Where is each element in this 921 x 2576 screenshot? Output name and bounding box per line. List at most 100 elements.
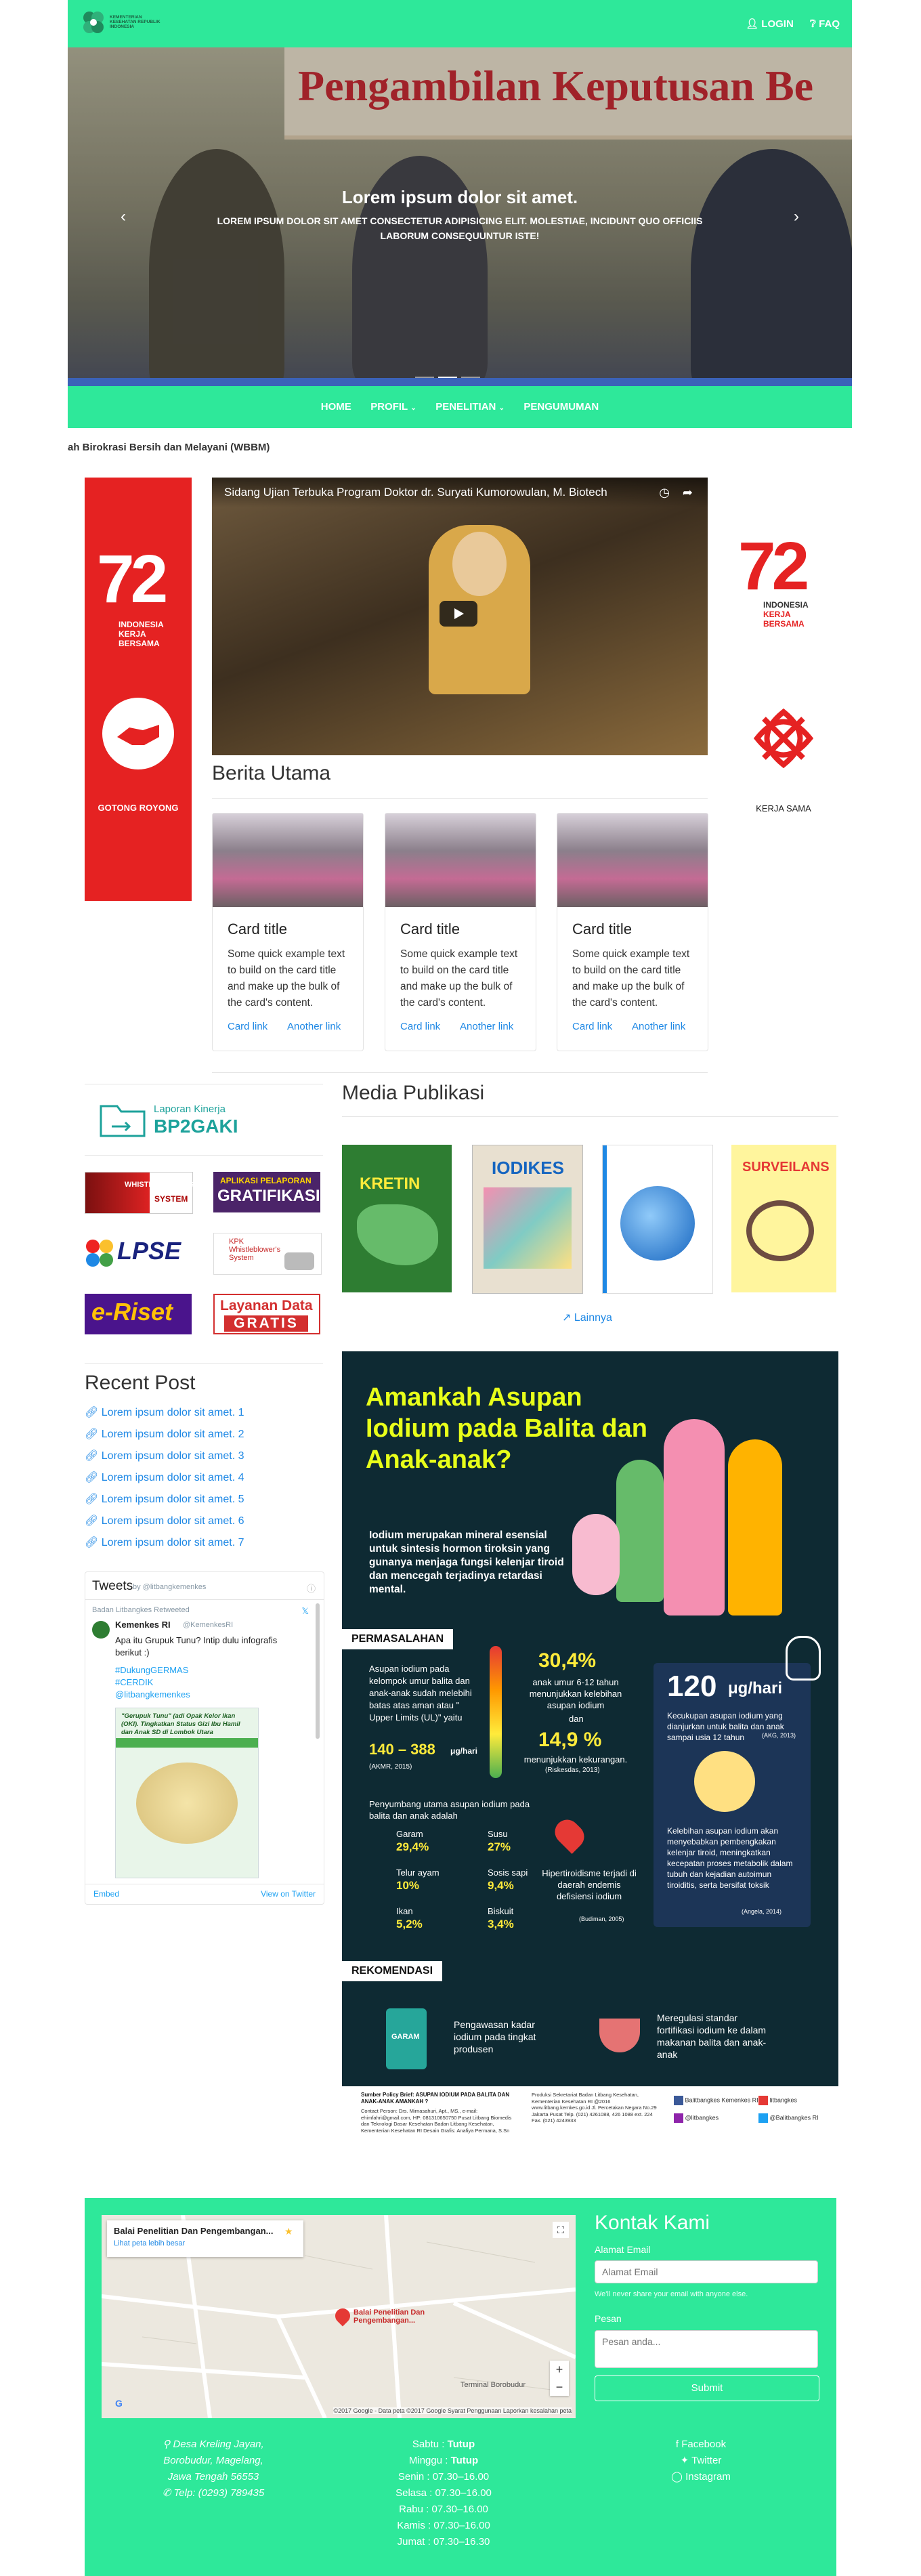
map-larger-link[interactable]: Lihat peta lebih besar <box>114 2239 185 2247</box>
e-riset-link[interactable]: e-Riset <box>85 1294 192 1334</box>
twitter-timeline[interactable]: Tweets by @litbangkemenkes ⓘ Badan Litba… <box>85 1571 324 1905</box>
kemenkes-logo-icon <box>83 12 104 33</box>
instagram-link[interactable]: ◯ Instagram <box>647 2469 755 2485</box>
question-icon: ❔︎ <box>809 18 816 30</box>
news-card[interactable]: Card title Some quick example text to bu… <box>385 813 536 1051</box>
share-icon[interactable]: ➦ <box>683 486 693 500</box>
whistleblowing-link[interactable]: WHISTLEBLOWING SYSTEM <box>85 1172 194 1214</box>
nav-home[interactable]: HOME <box>321 386 351 428</box>
fullscreen-icon[interactable]: ⛶ <box>553 2222 569 2238</box>
card-image[interactable] <box>385 814 536 907</box>
view-on-twitter-link[interactable]: View on Twitter <box>261 1889 316 1899</box>
tweet-user[interactable]: Kemenkes RI <box>115 1620 171 1630</box>
lainnya-link[interactable]: ↗ Lainnya <box>562 1311 612 1324</box>
gotong-royong-banner[interactable]: 72 INDONESIA KERJA BERSAMA GOTONG ROYONG <box>85 478 192 901</box>
infographic[interactable]: Amankah Asupan Iodium pada Balita dan An… <box>342 1351 838 2168</box>
salt-label: GARAM <box>391 2033 420 2041</box>
carousel-next-icon[interactable]: › <box>794 207 799 226</box>
rekomendasi-2: Meregulasi standar fortifikasi iodium ke… <box>657 2012 767 2060</box>
chevron-down-icon: ⌄ <box>498 404 505 412</box>
pesan-field[interactable] <box>595 2330 818 2368</box>
video-title[interactable]: Sidang Ujian Terbuka Program Doktor dr. … <box>224 486 607 499</box>
recent-post-link[interactable]: 🔗︎ Lorem ipsum dolor sit amet. 5 <box>85 1492 244 1506</box>
layanan-data-link[interactable]: Layanan Data GRATIS <box>213 1294 320 1334</box>
hero-carousel[interactable]: Pengambilan Keputusan Be Lorem ipsum dol… <box>68 47 852 386</box>
card-image[interactable] <box>213 814 363 907</box>
star-icon[interactable]: ★ <box>284 2226 293 2237</box>
kpk-wbs-link[interactable]: KPK Whistleblower's System <box>213 1233 322 1275</box>
pesan-label: Pesan <box>595 2313 622 2324</box>
twitter-link[interactable]: ✦ Twitter <box>647 2453 755 2469</box>
card-another-link[interactable]: Another link <box>287 1021 341 1032</box>
kerja-sama-banner[interactable]: 72 INDONESIA KERJA BERSAMA KERJA SAMA <box>733 526 834 824</box>
book-cover-art <box>357 1204 438 1265</box>
laporan-label: Laporan Kinerja <box>154 1103 226 1115</box>
nav-penelitian[interactable]: PENELITIAN ⌄ <box>435 386 505 429</box>
map-zoom-controls[interactable]: + − <box>550 2361 569 2396</box>
card-another-link[interactable]: Another link <box>460 1021 513 1032</box>
card-link[interactable]: Card link <box>228 1021 267 1032</box>
info-source: (Angela, 2014) <box>742 1908 782 1915</box>
user-icon: 👤︎ <box>746 18 759 30</box>
social-label: litbangkes <box>769 2096 798 2104</box>
publication-cover[interactable]: IODIKES <box>472 1145 583 1294</box>
card-image[interactable] <box>557 814 708 907</box>
recent-post-title: Lorem ipsum dolor sit amet. 1 <box>101 1407 244 1418</box>
card-another-link[interactable]: Another link <box>632 1021 685 1032</box>
nav-pengumuman[interactable]: PENGUMUMAN <box>523 386 599 428</box>
publication-cover[interactable] <box>602 1145 713 1294</box>
twitter-bird-icon[interactable]: 𝕏 <box>302 1606 309 1617</box>
login-label: LOGIN <box>761 18 794 30</box>
nav-profil[interactable]: PROFIL ⌄ <box>370 386 416 429</box>
zoom-out-icon[interactable]: − <box>550 2378 569 2396</box>
faq-link[interactable]: ❔︎ FAQ <box>810 18 840 30</box>
news-card[interactable]: Card title Some quick example text to bu… <box>212 813 364 1051</box>
embed-link[interactable]: Embed <box>93 1889 119 1899</box>
card-link[interactable]: Card link <box>400 1021 440 1032</box>
clock-icon[interactable]: ◷ <box>659 486 670 500</box>
twitter-label: Twitter <box>691 2455 722 2466</box>
play-button[interactable] <box>440 601 477 627</box>
laporan-kinerja-link[interactable]: Laporan Kinerja BP2GAKI <box>98 1101 261 1141</box>
tweet-handle[interactable]: @KemenkesRI <box>183 1621 233 1629</box>
hashtag-link[interactable]: #DukungGERMAS <box>115 1664 190 1676</box>
zoom-in-icon[interactable]: + <box>550 2361 569 2378</box>
publication-cover[interactable]: KRETIN <box>342 1145 452 1292</box>
submit-button[interactable]: Submit <box>595 2376 819 2401</box>
facebook-link[interactable]: f Facebook <box>647 2436 755 2453</box>
google-map[interactable]: Balai Penelitian Dan Pengembangan... ★ L… <box>102 2215 576 2418</box>
hashtag-link[interactable]: #CERDIK <box>115 1676 190 1689</box>
recent-post-link[interactable]: 🔗︎ Lorem ipsum dolor sit amet. 6 <box>85 1514 244 1527</box>
publication-cover[interactable]: SURVEILANS <box>731 1145 836 1292</box>
tweets-by[interactable]: by @litbangkemenkes <box>133 1583 206 1591</box>
kemenkes-logo[interactable]: KEMENTERIAN KESEHATAN REPUBLIK INDONESIA <box>80 7 161 39</box>
login-link[interactable]: 👤︎ LOGIN <box>746 18 794 30</box>
external-link-icon: ↗ <box>562 1312 572 1324</box>
gratifikasi-link[interactable]: APLIKASI PELAPORAN GRATIFIKASI <box>213 1172 320 1212</box>
recent-post-link[interactable]: 🔗︎ Lorem ipsum dolor sit amet. 7 <box>85 1536 244 1549</box>
carousel-prev-icon[interactable]: ‹ <box>121 207 126 226</box>
youtube-video[interactable]: Sidang Ujian Terbuka Program Doktor dr. … <box>212 478 708 755</box>
lpse-link[interactable]: LPSE <box>85 1233 192 1273</box>
scrollbar[interactable] <box>316 1603 320 1739</box>
recent-post-link[interactable]: 🔗︎ Lorem ipsum dolor sit amet. 1 <box>85 1406 244 1419</box>
email-field[interactable] <box>595 2260 818 2283</box>
recent-post-link[interactable]: 🔗︎ Lorem ipsum dolor sit amet. 3 <box>85 1449 244 1462</box>
illustration-baby <box>572 1514 620 1595</box>
banner-72-number: 72 <box>738 528 809 604</box>
card-link[interactable]: Card link <box>572 1021 612 1032</box>
recent-post-link[interactable]: 🔗︎ Lorem ipsum dolor sit amet. 2 <box>85 1427 244 1441</box>
map-copyright[interactable]: ©2017 Google - Data peta ©2017 Google Sy… <box>333 2407 572 2414</box>
recent-post-link[interactable]: 🔗︎ Lorem ipsum dolor sit amet. 4 <box>85 1471 244 1484</box>
hours-row: Jumat : 07.30–16.30 <box>397 2536 490 2548</box>
news-card[interactable]: Card title Some quick example text to bu… <box>557 813 708 1051</box>
avatar[interactable] <box>92 1621 110 1639</box>
tweet-image[interactable]: "Gerupuk Tunu" (adi Opak Kelor Ikan (OKI… <box>115 1708 259 1878</box>
banner-line: BERSAMA <box>119 639 160 648</box>
media-heading: Media Publikasi <box>342 1082 485 1104</box>
hours-status: Tutup <box>447 2438 475 2450</box>
top-links: 👤︎ LOGIN ❔︎ FAQ <box>732 18 840 30</box>
info-icon[interactable]: ⓘ <box>307 1582 316 1595</box>
mention-link[interactable]: @litbangkemenkes <box>115 1689 190 1701</box>
food-percent: 5,2% <box>396 1918 423 1930</box>
